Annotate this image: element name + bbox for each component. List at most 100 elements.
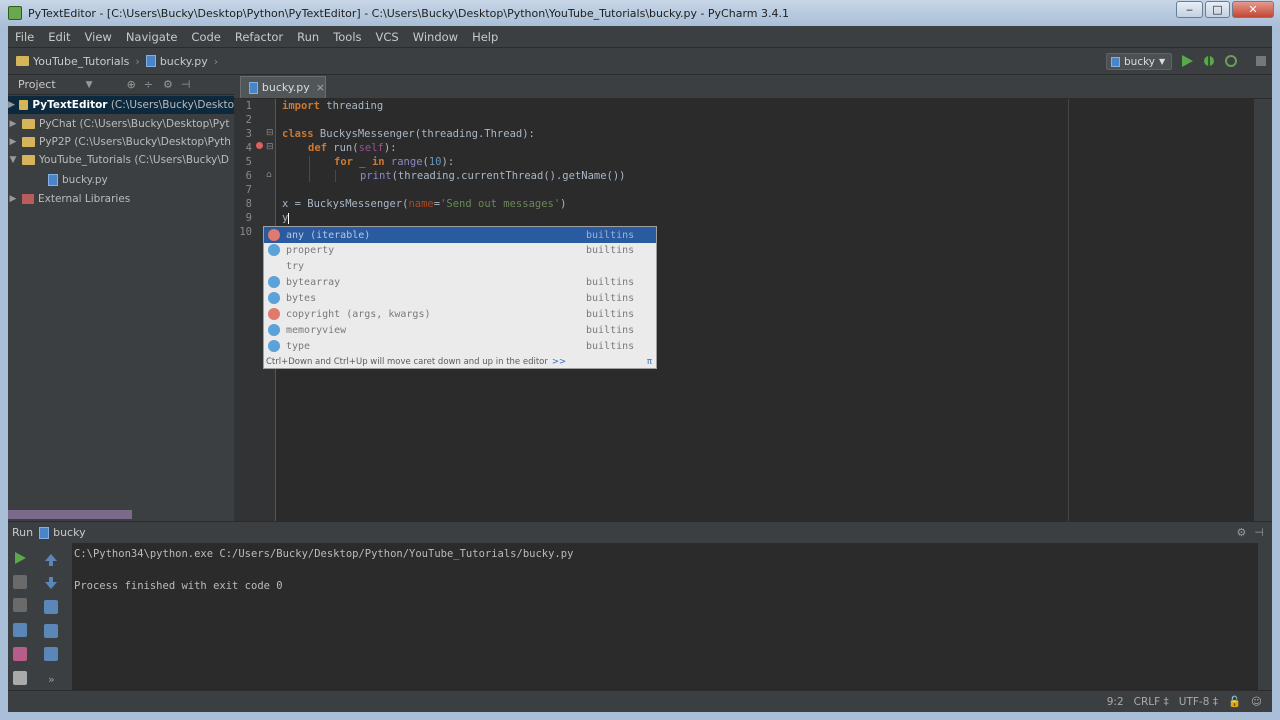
line-number: 6 (245, 170, 252, 182)
menu-navigate[interactable]: Navigate (119, 30, 185, 44)
completion-item-name: property (286, 244, 335, 256)
fold-marker-icon[interactable]: ⊟ (266, 128, 274, 138)
expand-arrow-icon[interactable]: ▶ (8, 100, 15, 110)
hide-panel-icon[interactable]: ⊣ (181, 78, 191, 91)
menu-edit[interactable]: Edit (41, 30, 77, 44)
menu-vcs[interactable]: VCS (369, 30, 406, 44)
scroll-from-source-icon[interactable]: ⊕ (127, 78, 136, 91)
python-file-icon (249, 81, 258, 94)
scroll-to-end-icon[interactable] (44, 624, 58, 638)
gear-icon[interactable]: ⚙ (1237, 526, 1247, 539)
menu-window[interactable]: Window (406, 30, 465, 44)
menu-help[interactable]: Help (465, 30, 505, 44)
text-caret (288, 212, 290, 224)
collapse-arrow-icon[interactable]: ▼ (8, 155, 18, 165)
completion-item[interactable]: bytes builtins (264, 290, 656, 306)
tree-item-pyp2p[interactable]: ▶ PyP2P (C:\Users\Bucky\Desktop\Pyth (8, 133, 234, 151)
code-line-1: import threading (282, 100, 384, 112)
tree-item-external-libraries[interactable]: ▶ External Libraries (8, 190, 234, 208)
line-number: 5 (245, 156, 252, 168)
hide-panel-icon[interactable]: ⊣ (1254, 526, 1264, 539)
editor-vertical-scrollbar[interactable] (1254, 99, 1272, 521)
lock-icon[interactable]: 🔓 (1228, 695, 1241, 708)
completion-hint-footer: Ctrl+Down and Ctrl+Up will move caret do… (264, 355, 656, 369)
restore-layout-icon[interactable] (13, 623, 27, 637)
breadcrumb-label: YouTube_Tutorials (33, 54, 130, 68)
expand-arrow-icon[interactable]: ▶ (8, 194, 18, 204)
close-button[interactable]: ✕ (1232, 1, 1274, 18)
file-encoding[interactable]: UTF-8 ‡ (1179, 696, 1218, 708)
menu-view[interactable]: View (78, 30, 119, 44)
maximize-button[interactable]: □ (1205, 1, 1230, 18)
minimize-button[interactable]: ‒ (1176, 1, 1203, 18)
indent-guide (309, 156, 310, 182)
arrow-down-icon[interactable] (44, 576, 58, 590)
tree-item-path: (C:\Users\Bucky\Deskto (110, 99, 234, 111)
run-config-dropdown[interactable]: bucky ▼ (1106, 53, 1172, 70)
completion-item[interactable]: property builtins (264, 242, 656, 258)
completion-item[interactable]: bytearray builtins (264, 274, 656, 290)
caret-position[interactable]: 9:2 (1107, 696, 1124, 708)
navigation-bar: YouTube_Tutorials › bucky.py › (8, 48, 1272, 75)
completion-item-type: builtins (586, 229, 635, 241)
menu-run[interactable]: Run (290, 30, 326, 44)
folder-icon (16, 56, 29, 66)
breadcrumb-file[interactable]: bucky.py (145, 55, 208, 68)
run-icon[interactable] (1180, 54, 1194, 68)
tree-item-pytexteditor[interactable]: ▶ PyTextEditor (C:\Users\Bucky\Deskto (8, 96, 234, 114)
soft-wrap-icon[interactable] (44, 600, 58, 614)
completion-item[interactable]: any (iterable) builtins (264, 227, 656, 243)
completion-item[interactable]: type builtins (264, 338, 656, 354)
stop-icon[interactable] (13, 575, 27, 589)
menu-refactor[interactable]: Refactor (228, 30, 290, 44)
window-frame-left (0, 26, 8, 720)
completion-item-name: try (286, 260, 305, 272)
console-scrollbar[interactable] (1258, 543, 1272, 690)
rerun-icon[interactable] (13, 551, 27, 565)
window-frame-bottom (0, 712, 1280, 720)
expand-arrow-icon[interactable]: ▶ (8, 119, 18, 129)
completion-item[interactable]: copyright (args, kwargs) builtins (264, 306, 656, 322)
menu-code[interactable]: Code (184, 30, 227, 44)
completion-hint-link[interactable]: >> (552, 357, 566, 367)
close-tab-icon[interactable]: × (316, 81, 325, 94)
line-number: 9 (245, 212, 252, 224)
run-console[interactable]: C:\Python34\python.exe C:/Users/Bucky/De… (72, 543, 1258, 690)
run-panel-title[interactable]: Run (12, 526, 33, 539)
toolbar-overflow-icon[interactable] (1254, 54, 1268, 68)
collapse-all-icon[interactable]: ÷ (144, 78, 153, 91)
override-marker-icon[interactable] (256, 142, 263, 149)
menu-tools[interactable]: Tools (326, 30, 368, 44)
horizontal-scrollbar[interactable] (8, 510, 132, 519)
pause-icon[interactable] (13, 598, 27, 612)
tree-item-label: PyTextEditor (32, 99, 108, 111)
chevron-right-icon: › (135, 54, 140, 68)
fold-marker-icon[interactable]: ⊟ (266, 142, 274, 152)
chevron-down-icon[interactable]: ▼ (86, 80, 93, 90)
completion-item-name: copyright (args, kwargs) (286, 308, 431, 320)
inspector-icon[interactable]: ☺ (1251, 696, 1262, 708)
gear-icon[interactable]: ⚙ (163, 78, 173, 91)
completion-item[interactable]: memoryview builtins (264, 322, 656, 338)
arrow-up-icon[interactable] (44, 553, 58, 567)
completion-item[interactable]: try (264, 258, 656, 274)
close-icon[interactable] (13, 671, 27, 685)
coverage-icon[interactable] (1224, 54, 1238, 68)
expand-arrow-icon[interactable]: ▶ (8, 137, 18, 147)
tree-item-bucky-py[interactable]: bucky.py (8, 171, 234, 189)
fold-end-marker-icon[interactable]: ⌂ (266, 170, 272, 180)
debug-icon[interactable] (1202, 54, 1216, 68)
menu-file[interactable]: File (8, 30, 41, 44)
breadcrumb-project[interactable]: YouTube_Tutorials (16, 55, 129, 68)
chevron-right-icon: › (213, 54, 219, 68)
project-panel-title[interactable]: Project (18, 78, 56, 91)
tree-item-pychat[interactable]: ▶ PyChat (C:\Users\Bucky\Desktop\Pyt (8, 115, 234, 133)
tree-item-youtube-tutorials[interactable]: ▼ YouTube_Tutorials (C:\Users\Bucky\D (8, 151, 234, 169)
pin-icon[interactable] (13, 647, 27, 661)
expand-toolbar-icon[interactable]: » (48, 673, 55, 686)
line-number: 7 (245, 184, 252, 196)
pi-icon[interactable]: π (647, 357, 652, 367)
editor-tab-bucky-py[interactable]: bucky.py × (240, 76, 326, 98)
print-icon[interactable] (44, 647, 58, 661)
line-separator[interactable]: CRLF ‡ (1134, 696, 1169, 708)
